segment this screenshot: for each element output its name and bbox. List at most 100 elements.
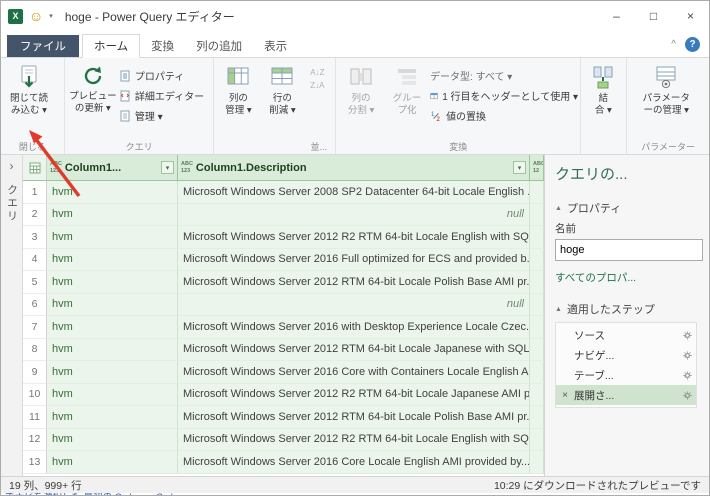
cell-column1[interactable]: hvm (47, 226, 178, 249)
cell-partial-column[interactable] (530, 181, 544, 204)
close-and-load-button[interactable]: 閉じて読 み込む ▾ (3, 60, 55, 140)
cell-column1-description[interactable]: Microsoft Windows Server 2016 Core with … (178, 361, 530, 384)
table-corner-button[interactable] (23, 155, 47, 181)
cell-column1-description[interactable]: Microsoft Windows Server 2012 RTM 64-bit… (178, 271, 530, 294)
delete-step-icon[interactable]: × (560, 390, 570, 401)
cell-partial-column[interactable] (530, 361, 544, 384)
row-number[interactable]: 6 (23, 293, 47, 316)
row-number[interactable]: 2 (23, 203, 47, 226)
row-number[interactable]: 3 (23, 226, 47, 249)
cell-partial-column[interactable] (530, 203, 544, 226)
group-by-button[interactable]: グルー プ化 (384, 60, 430, 140)
queries-pane-label[interactable]: クエリ (4, 184, 20, 223)
cell-column1[interactable]: hvm (47, 248, 178, 271)
row-number[interactable]: 1 (23, 181, 47, 204)
manage-parameters-button[interactable]: パラメータ ーの管理 ▾ (629, 60, 703, 140)
cell-column1-description[interactable]: Microsoft Windows Server 2012 R2 RTM 64-… (178, 428, 530, 451)
cell-column1[interactable]: hvm (47, 338, 178, 361)
collapse-ribbon-icon[interactable]: ^ (671, 39, 676, 50)
cell-column1-description[interactable]: Microsoft Windows Server 2012 RTM 64-bit… (178, 406, 530, 429)
applied-step[interactable]: テーブ... (556, 365, 696, 385)
cell-column1-description[interactable]: Microsoft Windows Server 2016 with Deskt… (178, 316, 530, 339)
cell-partial-column[interactable] (530, 338, 544, 361)
tab-file[interactable]: ファイル (7, 35, 79, 57)
column-type-icon[interactable]: ABC 123 (50, 161, 62, 173)
expand-queries-pane-icon[interactable]: › (10, 160, 14, 172)
row-number[interactable]: 12 (23, 428, 47, 451)
row-number[interactable]: 11 (23, 406, 47, 429)
all-properties-link[interactable]: すべてのプロパ... (555, 270, 699, 285)
cell-column1-description[interactable]: null (178, 203, 530, 226)
collapse-triangle-icon[interactable]: ▲ (555, 306, 562, 313)
tab-add-column[interactable]: 列の追加 (185, 35, 253, 57)
use-first-row-button[interactable]: 1 行目をヘッダーとして使用 ▾ (430, 87, 578, 104)
cell-column1-description[interactable]: Microsoft Windows Server 2008 SP2 Datace… (178, 181, 530, 204)
close-button[interactable]: × (672, 1, 709, 31)
properties-button[interactable]: プロパティ (119, 67, 211, 84)
properties-section-header[interactable]: ▲ プロパティ (555, 200, 699, 216)
cell-column1-description[interactable]: Microsoft Windows Server 2012 RTM 64-bit… (178, 338, 530, 361)
cell-partial-column[interactable] (530, 316, 544, 339)
manage-button[interactable]: 管理 ▾ (119, 107, 211, 124)
tab-transform[interactable]: 変換 (140, 35, 185, 57)
merge-queries-button[interactable]: 結 合 ▾ (583, 60, 623, 140)
cell-partial-column[interactable] (530, 428, 544, 451)
cell-partial-column[interactable] (530, 451, 544, 474)
applied-steps-section-header[interactable]: ▲ 適用したステップ (555, 301, 699, 317)
cell-column1-description[interactable]: null (178, 293, 530, 316)
step-settings-icon[interactable] (683, 330, 692, 340)
quick-access-dropdown-icon[interactable]: ▾ (49, 12, 53, 20)
cell-column1-description[interactable]: Microsoft Windows Server 2012 R2 RTM 64-… (178, 383, 530, 406)
split-column-button[interactable]: 列の 分割 ▾ (338, 60, 384, 140)
cell-column1[interactable]: hvm (47, 428, 178, 451)
cell-partial-column[interactable] (530, 293, 544, 316)
column-header-column1[interactable]: ABC 123 Column1... ▾ (47, 155, 178, 181)
feedback-smiley-icon[interactable]: ☺ (29, 9, 43, 23)
cell-column1-description[interactable]: Microsoft Windows Server 2016 Full optim… (178, 248, 530, 271)
cell-column1-description[interactable]: Microsoft Windows Server 2016 Core Local… (178, 451, 530, 474)
cell-column1[interactable]: hvm (47, 361, 178, 384)
data-type-button[interactable]: データ型: すべて ▾ (430, 67, 578, 84)
cell-partial-column[interactable] (530, 248, 544, 271)
filter-dropdown-icon[interactable]: ▾ (161, 161, 174, 174)
step-settings-icon[interactable] (683, 390, 692, 400)
maximize-button[interactable]: □ (635, 1, 672, 31)
collapse-triangle-icon[interactable]: ▲ (555, 205, 562, 212)
row-number[interactable]: 5 (23, 271, 47, 294)
column-header-column1-description[interactable]: ABC 123 Column1.Description ▾ (178, 155, 530, 181)
filter-dropdown-icon[interactable]: ▾ (513, 161, 526, 174)
cell-column1-description[interactable]: Microsoft Windows Server 2012 R2 RTM 64-… (178, 226, 530, 249)
row-number[interactable]: 13 (23, 451, 47, 474)
cell-column1[interactable]: hvm (47, 181, 178, 204)
tab-home[interactable]: ホーム (82, 34, 141, 58)
cell-column1[interactable]: hvm (47, 406, 178, 429)
step-settings-icon[interactable] (683, 350, 692, 360)
cell-column1[interactable]: hvm (47, 451, 178, 474)
cell-column1[interactable]: hvm (47, 293, 178, 316)
row-number[interactable]: 10 (23, 383, 47, 406)
cell-partial-column[interactable] (530, 271, 544, 294)
manage-columns-button[interactable]: 列の 管理 ▾ (216, 60, 260, 140)
step-settings-icon[interactable] (683, 370, 692, 380)
cell-column1[interactable]: hvm (47, 203, 178, 226)
column-type-icon[interactable]: ABC 123 (181, 161, 193, 173)
applied-step[interactable]: × 展開さ... (556, 385, 696, 405)
minimize-button[interactable]: – (598, 1, 635, 31)
replace-values-button[interactable]: 1 2 値の置換 (430, 107, 578, 124)
row-number[interactable]: 8 (23, 338, 47, 361)
applied-step[interactable]: ナビゲ... (556, 345, 696, 365)
cell-column1[interactable]: hvm (47, 316, 178, 339)
reduce-rows-button[interactable]: 行の 削減 ▾ (260, 60, 304, 140)
refresh-preview-button[interactable]: プレビュー の更新 ▾ (67, 60, 119, 140)
row-number[interactable]: 7 (23, 316, 47, 339)
applied-step[interactable]: ソース (556, 325, 696, 345)
tab-view[interactable]: 表示 (253, 35, 298, 57)
cell-partial-column[interactable] (530, 383, 544, 406)
advanced-editor-button[interactable]: 詳細エディター (119, 87, 211, 104)
row-number[interactable]: 4 (23, 248, 47, 271)
help-icon[interactable]: ? (685, 37, 700, 52)
row-number[interactable]: 9 (23, 361, 47, 384)
query-name-input[interactable] (555, 239, 703, 261)
sort-descending-button[interactable]: Z↓A (310, 82, 324, 90)
sort-ascending-button[interactable]: A↓Z (310, 69, 324, 77)
